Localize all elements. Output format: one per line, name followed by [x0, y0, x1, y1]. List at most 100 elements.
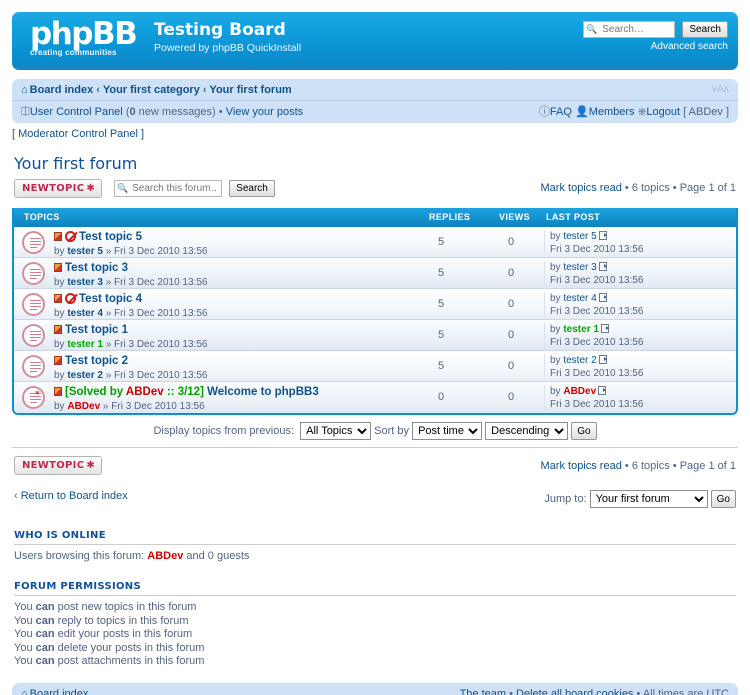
- breadcrumb: ⌂ Board index ‹ Your first category ‹ You…: [12, 79, 738, 101]
- topic-author-link[interactable]: ABDev: [67, 401, 100, 412]
- site-logo[interactable]: phpBB creating communities: [30, 18, 145, 64]
- goto-last-post-icon[interactable]: [598, 231, 607, 240]
- last-post-author-link[interactable]: ABDev: [563, 386, 596, 397]
- last-post-by-label: by: [550, 231, 561, 242]
- last-post-author-link[interactable]: tester 5: [563, 231, 596, 242]
- user-control-panel-link[interactable]: User Control Panel: [30, 106, 123, 118]
- mark-topics-read-link-top[interactable]: Mark topics read: [541, 182, 622, 194]
- permission-text: edit your posts in this forum: [54, 628, 193, 640]
- topic-title-text: Test topic 5: [79, 231, 143, 243]
- breadcrumb-separator: ‹: [96, 84, 100, 96]
- last-post-author-link[interactable]: tester 1: [563, 324, 599, 335]
- by-label: by: [54, 246, 65, 257]
- by-label: by: [54, 401, 65, 412]
- topic-title-text: Test topic 4: [79, 293, 143, 305]
- new-topic-button-bottom[interactable]: NEWTOPIC ✱: [14, 456, 103, 475]
- footer-bullet-2: •: [636, 687, 641, 695]
- forum-search-button[interactable]: Search: [229, 180, 275, 197]
- return-jump-bar: ‹ Return to Board index Jump to: Your fi…: [14, 490, 736, 512]
- jump-to-select[interactable]: Your first categoryYour first forum: [589, 490, 708, 508]
- topic-author-link[interactable]: tester 5: [67, 246, 103, 257]
- forum-search-input-wrapper[interactable]: 🔍: [114, 180, 223, 197]
- jump-to-go-button[interactable]: Go: [710, 490, 736, 508]
- topic-author-link[interactable]: tester 2: [67, 370, 103, 381]
- search-input-wrapper[interactable]: 🔍: [583, 21, 676, 38]
- topic-title-link[interactable]: Test topic 2: [65, 355, 128, 367]
- permission-prefix: You: [14, 655, 36, 667]
- goto-last-post-icon[interactable]: [600, 324, 609, 333]
- goto-last-post-icon[interactable]: [598, 355, 607, 364]
- online-suffix: and 0 guests: [183, 550, 250, 562]
- topic-author-link[interactable]: tester 1: [67, 339, 103, 350]
- search-icon-forum: 🔍: [117, 183, 129, 193]
- topic-title-link[interactable]: [Solved by ABDev :: 3/12] Welcome to php…: [65, 386, 319, 398]
- online-user-link[interactable]: ABDev: [147, 550, 183, 562]
- topic-author-line: by tester 1 » Fri 3 Dec 2010 13:56: [54, 338, 396, 351]
- members-link[interactable]: Members: [589, 106, 635, 118]
- delete-cookies-link[interactable]: Delete all board cookies: [516, 688, 633, 695]
- topic-author-link[interactable]: tester 3: [67, 277, 103, 288]
- display-period-select[interactable]: All Topics1 day7 days2 weeks1 month3 mon…: [300, 422, 372, 440]
- last-post-time: Fri 3 Dec 2010 13:56: [550, 368, 644, 379]
- return-to-board-index-link[interactable]: Return to Board index: [21, 490, 128, 502]
- unread-flag-icon: [54, 294, 62, 303]
- sort-order-select[interactable]: AscendingDescending: [485, 422, 569, 440]
- topic-title-link[interactable]: Test topic 3: [65, 262, 128, 274]
- table-row[interactable]: Test topic 5 by tester 5 » Fri 3 Dec 2010…: [14, 227, 736, 258]
- topic-count-top: 6 topics: [631, 182, 670, 194]
- search-input[interactable]: [600, 22, 675, 37]
- breadcrumb-category[interactable]: Your first category: [103, 84, 200, 96]
- table-row[interactable]: Test topic 1 by tester 1 » Fri 3 Dec 2010…: [14, 320, 736, 351]
- font-size-control[interactable]: ∨A∧: [711, 79, 730, 101]
- table-row[interactable]: ✶ [Solved by ABDev :: 3/12] Welcome to ph…: [14, 382, 736, 413]
- topic-last-post: by tester 1 Fri 3 Dec 2010 13:56: [544, 323, 734, 348]
- logout-link[interactable]: Logout: [646, 106, 680, 118]
- topic-last-post: by tester 3 Fri 3 Dec 2010 13:56: [544, 261, 734, 286]
- goto-last-post-icon[interactable]: [598, 262, 607, 271]
- forum-permissions-block: FORUM PERMISSIONS You can post new topic…: [14, 581, 736, 669]
- the-team-link[interactable]: The team: [460, 688, 506, 695]
- sort-by-select[interactable]: AuthorPost timeRepliesSubjectViews: [412, 422, 483, 440]
- sort-by-label: Sort by: [374, 424, 410, 437]
- faq-link[interactable]: FAQ: [550, 106, 572, 118]
- goto-last-post-icon[interactable]: [598, 293, 607, 302]
- view-your-posts-link[interactable]: View your posts: [226, 106, 303, 118]
- phpbb-logo[interactable]: phpBB creating communities: [30, 18, 145, 64]
- topic-author-line: by ABDev » Fri 3 Dec 2010 13:56: [54, 400, 396, 413]
- topic-title-text: Test topic 2: [65, 355, 129, 367]
- moderator-control-panel-link[interactable]: [ Moderator Control Panel ]: [12, 128, 144, 140]
- table-row[interactable]: Test topic 3 by tester 3 » Fri 3 Dec 2010…: [14, 258, 736, 289]
- last-post-time: Fri 3 Dec 2010 13:56: [550, 244, 644, 255]
- last-post-author-link[interactable]: tester 2: [563, 355, 596, 366]
- topic-views-count: 0: [507, 298, 515, 310]
- last-post-author-link[interactable]: tester 3: [563, 262, 596, 273]
- search-icon: 🔍: [586, 24, 598, 34]
- topic-title-link[interactable]: Test topic 5: [79, 231, 142, 243]
- new-topic-button[interactable]: NEWTOPIC ✱: [14, 179, 103, 198]
- footer-board-index-link[interactable]: Board index: [30, 688, 89, 695]
- search-button[interactable]: Search: [682, 21, 728, 38]
- home-icon-footer: ⌂: [21, 687, 28, 695]
- footer-bullet-1: •: [509, 687, 513, 695]
- topic-title-link[interactable]: Test topic 4: [79, 293, 142, 305]
- last-post-by-label: by: [550, 293, 561, 304]
- permission-text: post new topics in this forum: [54, 601, 197, 613]
- forum-search-input[interactable]: [130, 181, 221, 196]
- topic-main: Test topic 2 by tester 2 » Fri 3 Dec 2010…: [54, 354, 396, 382]
- breadcrumb-forum[interactable]: Your first forum: [209, 84, 291, 96]
- goto-last-post-icon[interactable]: [598, 386, 607, 395]
- display-options-go-button[interactable]: Go: [571, 422, 597, 440]
- topic-author-link[interactable]: tester 4: [67, 308, 103, 319]
- forum-search: 🔍 Search: [114, 180, 275, 197]
- table-row[interactable]: Test topic 4 by tester 4 » Fri 3 Dec 2010…: [14, 289, 736, 320]
- last-post-author-link[interactable]: tester 4: [563, 293, 596, 304]
- topic-main: Test topic 1 by tester 1 » Fri 3 Dec 2010…: [54, 323, 396, 351]
- topic-title-link[interactable]: Test topic 1: [65, 324, 128, 336]
- footer-bar: ⌂ Board index The team • Delete all board…: [12, 682, 738, 695]
- breadcrumb-board-index[interactable]: Board index: [30, 84, 94, 96]
- advanced-search-link[interactable]: Advanced search: [583, 41, 728, 52]
- mark-topics-read-link-bottom[interactable]: Mark topics read: [541, 460, 622, 472]
- table-row[interactable]: Test topic 2 by tester 2 » Fri 3 Dec 2010…: [14, 351, 736, 382]
- navigation-bar: ⌂ Board index ‹ Your first category ‹ You…: [12, 79, 738, 123]
- permission-line: You can post new topics in this forum: [14, 601, 736, 615]
